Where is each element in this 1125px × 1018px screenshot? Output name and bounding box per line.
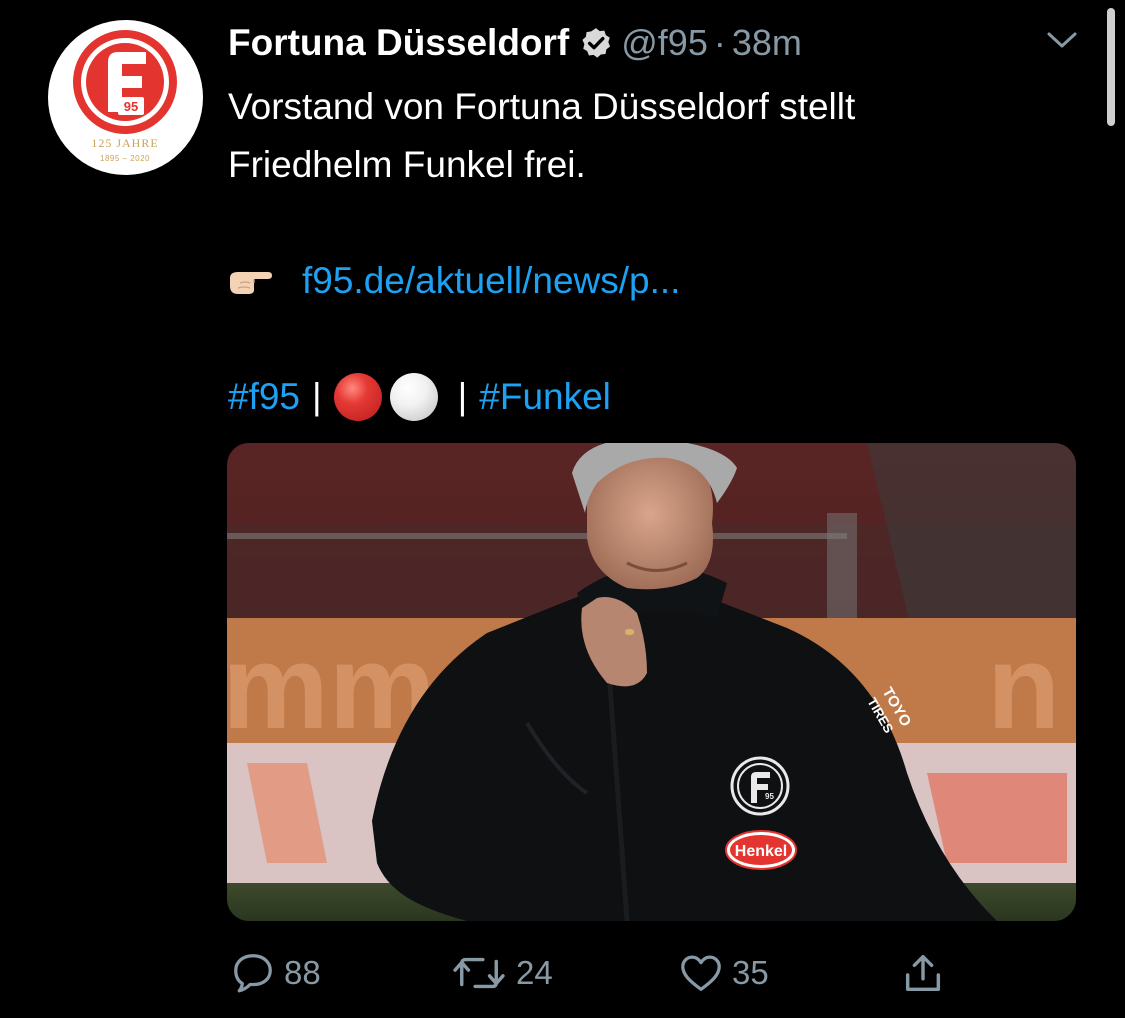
tweet-photo[interactable]: mm n TOYO TIRES 95 Henkel bbox=[227, 443, 1076, 921]
display-name[interactable]: Fortuna Düsseldorf bbox=[228, 22, 569, 64]
retweet-button[interactable]: 24 bbox=[450, 944, 553, 1002]
jacket-crest-number: 95 bbox=[765, 792, 774, 801]
news-link[interactable]: f95.de/aktuell/news/p... bbox=[302, 252, 680, 310]
share-button[interactable] bbox=[900, 944, 954, 1002]
timestamp[interactable]: 38m bbox=[732, 22, 802, 64]
fortuna-logo: 95 125 JAHRE 1895 – 2020 bbox=[73, 30, 177, 163]
avatar-anniversary-text: 125 JAHRE bbox=[91, 136, 158, 150]
like-count: 35 bbox=[732, 954, 769, 991]
hashtag-funkel[interactable]: #Funkel bbox=[479, 368, 611, 426]
share-icon bbox=[905, 954, 941, 992]
retweet-icon bbox=[453, 957, 505, 989]
heart-icon bbox=[681, 955, 721, 991]
coach-photo-illustration: mm n TOYO TIRES 95 Henkel bbox=[227, 443, 1076, 921]
reply-button[interactable]: 88 bbox=[230, 944, 321, 1002]
reply-icon bbox=[234, 954, 272, 993]
white-circle-icon bbox=[389, 373, 438, 421]
tweet-text: Vorstand von Fortuna Düsseldorf stellt F… bbox=[228, 78, 1088, 426]
hashtag-line: #f95 | | #Funkel bbox=[228, 368, 1088, 426]
tweet-line-2: Friedhelm Funkel frei. bbox=[228, 144, 586, 185]
tweet-header: Fortuna Düsseldorf @f95 · 38m bbox=[228, 18, 802, 68]
handle[interactable]: @f95 bbox=[621, 22, 708, 64]
reply-count: 88 bbox=[284, 954, 321, 991]
scrollbar[interactable] bbox=[1107, 8, 1115, 126]
link-line: f95.de/aktuell/news/p... bbox=[228, 252, 1088, 310]
pipe-separator: | bbox=[312, 376, 322, 417]
retweet-count: 24 bbox=[516, 954, 553, 991]
avatar-years-text: 1895 – 2020 bbox=[100, 154, 150, 163]
red-circle-icon bbox=[333, 373, 382, 421]
pointing-right-icon bbox=[228, 266, 272, 296]
svg-text:n: n bbox=[987, 620, 1060, 754]
tweet-actions: 88 24 35 bbox=[228, 944, 988, 1002]
tweet-line-1: Vorstand von Fortuna Düsseldorf stellt bbox=[228, 86, 856, 127]
separator-dot: · bbox=[713, 22, 726, 63]
verified-badge-icon bbox=[579, 26, 613, 60]
avatar[interactable]: 95 125 JAHRE 1895 – 2020 bbox=[48, 20, 203, 175]
hashtag-f95[interactable]: #f95 bbox=[228, 368, 300, 426]
pipe-separator: | bbox=[457, 376, 468, 417]
sponsor-logo-text: Henkel bbox=[735, 843, 787, 860]
avatar-badge-number: 95 bbox=[124, 99, 138, 114]
like-button[interactable]: 35 bbox=[678, 944, 769, 1002]
chevron-down-icon[interactable] bbox=[1044, 26, 1080, 54]
